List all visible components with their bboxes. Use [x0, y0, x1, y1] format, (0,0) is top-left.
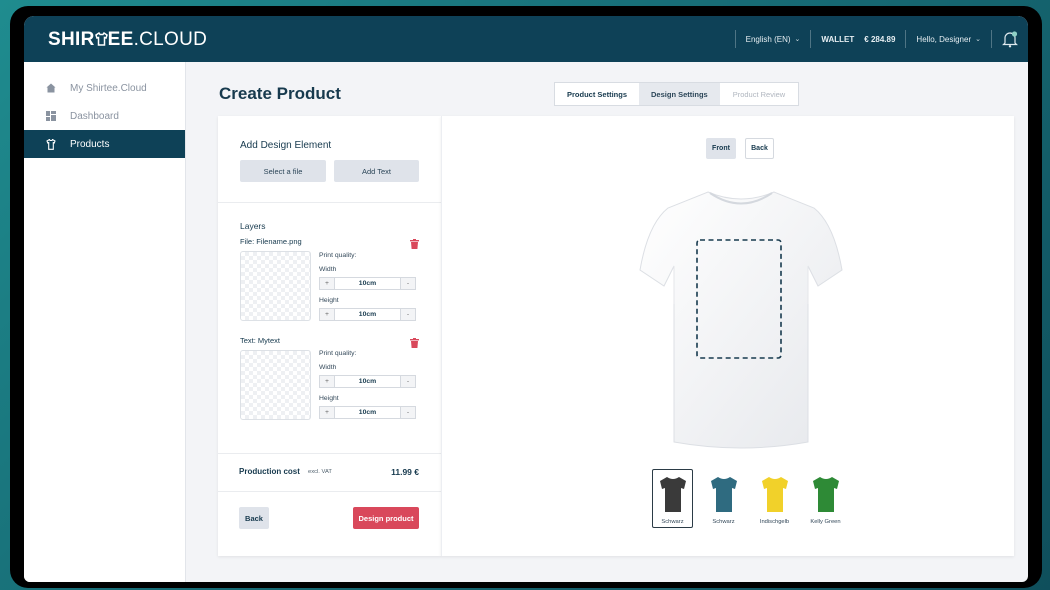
tshirt-icon: [659, 477, 686, 512]
device-frame: SHIR EE.CLOUD English (EN) ⌄ WALLET € 284…: [10, 6, 1042, 588]
tshirt-preview: [639, 191, 843, 449]
wallet[interactable]: WALLET € 284.89: [821, 35, 895, 44]
top-bar: SHIR EE.CLOUD English (EN) ⌄ WALLET € 284…: [24, 16, 1028, 62]
swatch-option[interactable]: Schwarz: [703, 469, 744, 528]
user-greeting: Hello, Designer: [916, 34, 972, 44]
swatch-option[interactable]: Kelly Green: [805, 469, 846, 528]
divider: [218, 491, 441, 492]
design-settings-panel: Add Design Element Select a file Add Tex…: [218, 116, 441, 556]
logo-shirt-icon: [94, 31, 108, 46]
sidebar-item-label: Dashboard: [70, 110, 119, 122]
sidebar-item-my-shirtee[interactable]: My Shirtee.Cloud: [24, 74, 185, 102]
design-product-button[interactable]: Design product: [353, 507, 419, 529]
increment-button[interactable]: +: [320, 278, 334, 289]
increment-button[interactable]: +: [320, 309, 334, 320]
divider: [218, 202, 441, 203]
height-value[interactable]: 10cm: [334, 407, 401, 418]
sidebar-item-dashboard[interactable]: Dashboard: [24, 102, 185, 130]
tshirt-icon: [710, 477, 737, 512]
tab-product-review[interactable]: Product Review: [720, 83, 799, 105]
chevron-down-icon: ⌄: [975, 36, 981, 43]
print-quality-label: Print quality:: [319, 252, 357, 259]
product-preview-panel: Front Back Schwarz Schwarz Indischgelb K…: [441, 116, 1014, 556]
tshirt-icon: [761, 477, 788, 512]
color-swatches: Schwarz Schwarz Indischgelb Kelly Green: [652, 469, 846, 528]
user-menu[interactable]: Hello, Designer ⌄: [916, 35, 981, 44]
divider: [734, 30, 736, 48]
tab-design-settings[interactable]: Design Settings: [639, 83, 720, 105]
dashboard-icon: [46, 111, 56, 121]
divider: [905, 30, 907, 48]
print-quality-label: Print quality:: [319, 350, 357, 357]
height-label: Height: [319, 395, 339, 402]
add-design-element-heading: Add Design Element: [240, 140, 332, 151]
width-label: Width: [319, 266, 337, 273]
height-stepper: + 10cm -: [319, 308, 416, 321]
back-button[interactable]: Back: [239, 507, 269, 529]
sidebar-item-products[interactable]: Products: [24, 130, 185, 158]
layers-heading: Layers: [240, 221, 266, 231]
production-cost-value: 11.99 €: [391, 467, 419, 477]
chevron-down-icon: ⌄: [794, 36, 801, 43]
divider: [991, 30, 992, 48]
back-view-button[interactable]: Back: [745, 138, 774, 159]
select-file-button[interactable]: Select a file: [240, 160, 326, 182]
divider: [810, 30, 812, 48]
decrement-button[interactable]: -: [401, 407, 415, 418]
width-stepper: + 10cm -: [319, 375, 416, 388]
width-value[interactable]: 10cm: [334, 278, 401, 289]
layer-name: File: Filename.png: [240, 237, 302, 246]
sidebar-item-label: My Shirtee.Cloud: [70, 82, 147, 94]
wallet-amount: € 284.89: [864, 34, 896, 44]
add-text-button[interactable]: Add Text: [334, 160, 419, 182]
tab-bar: Product Settings Design Settings Product…: [554, 82, 800, 106]
production-cost-label: Production cost: [239, 467, 300, 476]
front-view-button[interactable]: Front: [706, 138, 736, 159]
notification-bell-icon[interactable]: [1002, 30, 1018, 48]
swatch-option[interactable]: Indischgelb: [754, 469, 795, 528]
sidebar: My Shirtee.Cloud Dashboard Products: [24, 62, 186, 582]
height-stepper: + 10cm -: [319, 406, 416, 419]
swatch-option[interactable]: Schwarz: [652, 469, 693, 528]
height-value[interactable]: 10cm: [334, 309, 401, 320]
decrement-button[interactable]: -: [401, 309, 415, 320]
decrement-button[interactable]: -: [401, 278, 415, 289]
app-screen: SHIR EE.CLOUD English (EN) ⌄ WALLET € 284…: [24, 16, 1028, 582]
increment-button[interactable]: +: [320, 407, 334, 418]
header-right: English (EN) ⌄ WALLET € 284.89 Hello, De…: [725, 16, 1018, 62]
swatch-label: Indischgelb: [759, 519, 790, 525]
trash-icon[interactable]: [410, 236, 419, 249]
swatch-label: Schwarz: [661, 519, 684, 525]
shirt-icon: [46, 138, 56, 150]
language-label: English (EN): [745, 34, 791, 44]
brand-logo[interactable]: SHIR EE.CLOUD: [48, 29, 207, 51]
layer-preview: [240, 350, 311, 420]
swatch-label: Kelly Green: [810, 519, 841, 525]
trash-icon[interactable]: [410, 335, 419, 348]
layer-preview: [240, 251, 311, 321]
height-label: Height: [319, 297, 339, 304]
increment-button[interactable]: +: [320, 376, 334, 387]
layer-name: Text: Mytext: [240, 336, 281, 345]
home-icon: [46, 83, 56, 93]
sidebar-item-label: Products: [70, 138, 110, 150]
width-value[interactable]: 10cm: [334, 376, 401, 387]
divider: [218, 453, 441, 454]
wallet-label: WALLET: [821, 34, 855, 44]
vat-note: excl. VAT: [308, 469, 332, 475]
swatch-label: Schwarz: [712, 519, 735, 525]
width-label: Width: [319, 364, 337, 371]
tab-product-settings[interactable]: Product Settings: [555, 83, 640, 105]
page-title: Create Product: [219, 84, 341, 103]
tshirt-icon: [812, 477, 839, 512]
width-stepper: + 10cm -: [319, 277, 416, 290]
decrement-button[interactable]: -: [401, 376, 415, 387]
language-selector[interactable]: English (EN) ⌄: [746, 35, 801, 44]
